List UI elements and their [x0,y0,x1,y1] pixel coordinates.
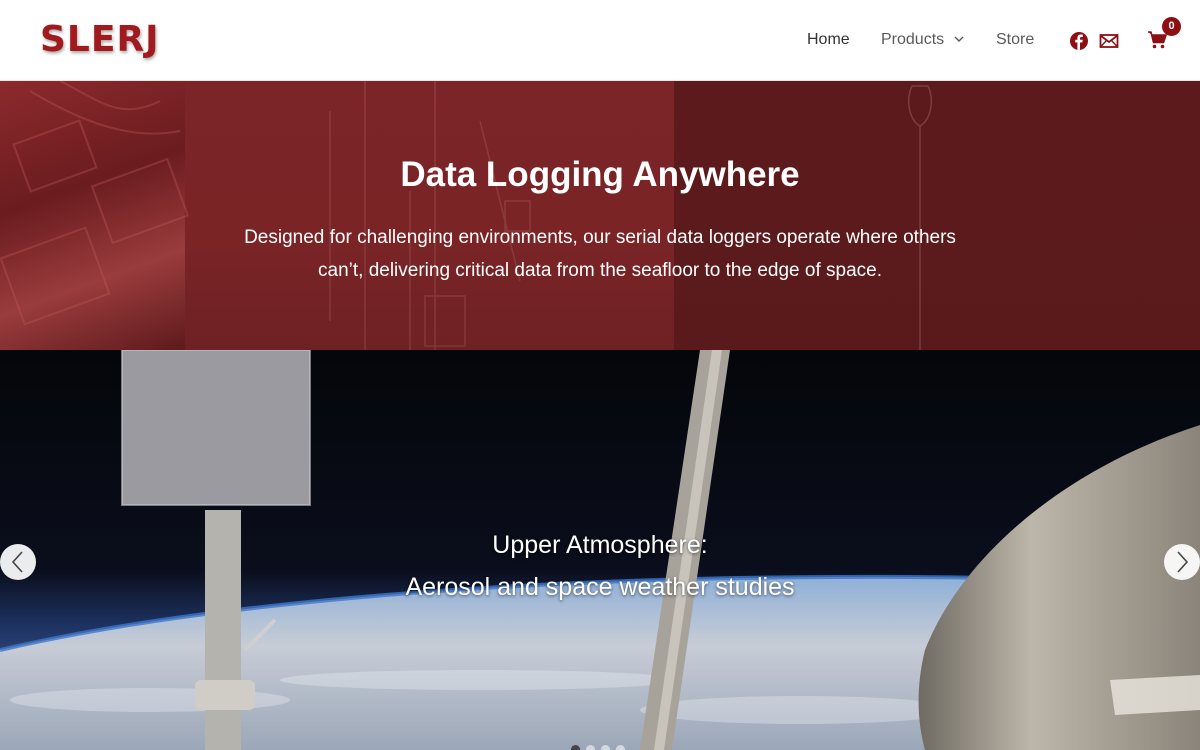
slider-dot[interactable] [586,745,595,750]
facebook-icon[interactable] [1069,31,1089,51]
slider-dot[interactable] [571,745,580,750]
hero-background-image [0,81,932,350]
image-slider: Upper Atmosphere: Aerosol and space weat… [0,350,1200,750]
slider-dot[interactable] [601,745,610,750]
hero-title: Data Logging Anywhere [400,155,800,194]
slider-dot[interactable] [616,745,625,750]
site-logo[interactable]: SLERJ [40,18,160,62]
nav-store[interactable]: Store [996,30,1034,50]
nav-products[interactable]: Products [881,30,944,50]
slide-caption-subheading: Aerosol and space weather studies [405,573,795,601]
mail-icon[interactable] [1099,31,1119,51]
nav-home[interactable]: Home [807,30,850,50]
chevron-right-icon [1177,551,1189,573]
site-header: SLERJ Home Products Store 0 [0,0,1200,81]
chevron-left-icon [11,551,23,573]
cart-count-badge: 0 [1162,17,1181,36]
chevron-down-icon[interactable] [953,32,965,46]
slider-prev-button[interactable] [0,544,36,580]
hero-section: Data Logging Anywhere Designed for chall… [0,81,1200,350]
hero-description: Designed for challenging environments, o… [244,227,956,281]
slider-next-button[interactable] [1164,544,1200,580]
slide-caption-heading: Upper Atmosphere: [492,531,708,559]
